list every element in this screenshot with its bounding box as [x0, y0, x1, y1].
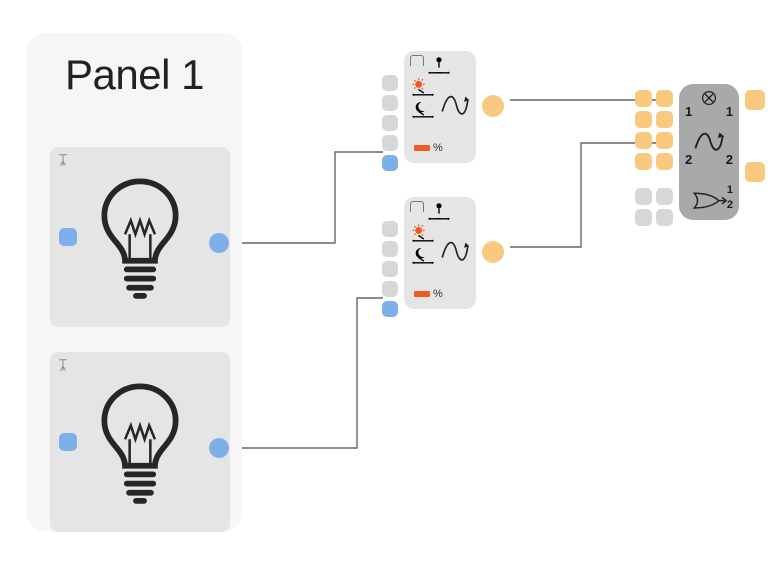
light-block-1[interactable]	[50, 147, 230, 327]
controller-2[interactable]: %	[404, 197, 476, 309]
circle-x-icon	[701, 90, 717, 106]
port-in-4[interactable]	[382, 135, 398, 151]
mode-night-icon	[410, 99, 436, 119]
curve-icon	[440, 235, 470, 269]
port-l-5a[interactable]	[635, 188, 652, 205]
dim-bar-icon	[414, 291, 430, 297]
mode-auto-sun-icon	[410, 77, 436, 97]
output-ports-left	[635, 90, 673, 226]
mode-auto-sun-icon	[410, 223, 436, 243]
port-l-2a[interactable]	[635, 111, 652, 128]
output-block[interactable]: 1 1 2 2 1 2	[679, 84, 739, 220]
port-l-6a[interactable]	[635, 209, 652, 226]
port-l-4a[interactable]	[635, 153, 652, 170]
controller-input-ports	[382, 221, 398, 317]
bulb-icon	[94, 175, 186, 300]
curve-icon	[440, 89, 470, 123]
port-l-6b[interactable]	[656, 209, 673, 226]
mode-manual-icon	[426, 201, 452, 221]
or-gate-icon	[691, 190, 727, 212]
controller-1[interactable]: %	[404, 51, 476, 163]
port-out-blue[interactable]	[209, 438, 229, 458]
num-gb: 2	[727, 199, 733, 211]
controller-input-ports	[382, 75, 398, 171]
mode-manual-icon	[426, 55, 452, 75]
port-in-dim[interactable]	[382, 155, 398, 171]
port-l-5b[interactable]	[656, 188, 673, 205]
port-r-2[interactable]	[745, 162, 765, 182]
port-in-4[interactable]	[382, 281, 398, 297]
port-in-3[interactable]	[382, 261, 398, 277]
percent-label: %	[433, 288, 443, 300]
num-ml: 2	[685, 152, 692, 167]
port-in-1[interactable]	[382, 75, 398, 91]
num-tr: 1	[726, 104, 733, 119]
port-in-blue[interactable]	[59, 228, 77, 246]
panel-title: Panel 1	[27, 51, 242, 99]
port-l-4b[interactable]	[656, 153, 673, 170]
num-tl: 1	[685, 104, 692, 119]
port-in-3[interactable]	[382, 115, 398, 131]
bracket-icon	[410, 201, 424, 212]
light-block-2[interactable]	[50, 352, 230, 532]
port-out-orange[interactable]	[482, 95, 504, 117]
port-in-2[interactable]	[382, 241, 398, 257]
dim-bar-icon	[414, 145, 430, 151]
port-l-1a[interactable]	[635, 90, 652, 107]
port-l-2b[interactable]	[656, 111, 673, 128]
curve-icon	[693, 126, 725, 152]
port-l-1b[interactable]	[656, 90, 673, 107]
bracket-icon	[410, 55, 424, 66]
num-mr: 2	[726, 152, 733, 167]
output-ports-right	[745, 90, 765, 182]
pin-icon	[56, 358, 70, 372]
port-in-1[interactable]	[382, 221, 398, 237]
port-in-2[interactable]	[382, 95, 398, 111]
port-out-blue[interactable]	[209, 233, 229, 253]
port-out-orange[interactable]	[482, 241, 504, 263]
port-r-1[interactable]	[745, 90, 765, 110]
pin-icon	[56, 153, 70, 167]
port-l-3b[interactable]	[656, 132, 673, 149]
port-in-blue[interactable]	[59, 433, 77, 451]
port-l-3a[interactable]	[635, 132, 652, 149]
num-gt: 1	[727, 184, 733, 196]
mode-night-icon	[410, 245, 436, 265]
port-in-dim[interactable]	[382, 301, 398, 317]
percent-label: %	[433, 142, 443, 154]
bulb-icon	[94, 380, 186, 505]
